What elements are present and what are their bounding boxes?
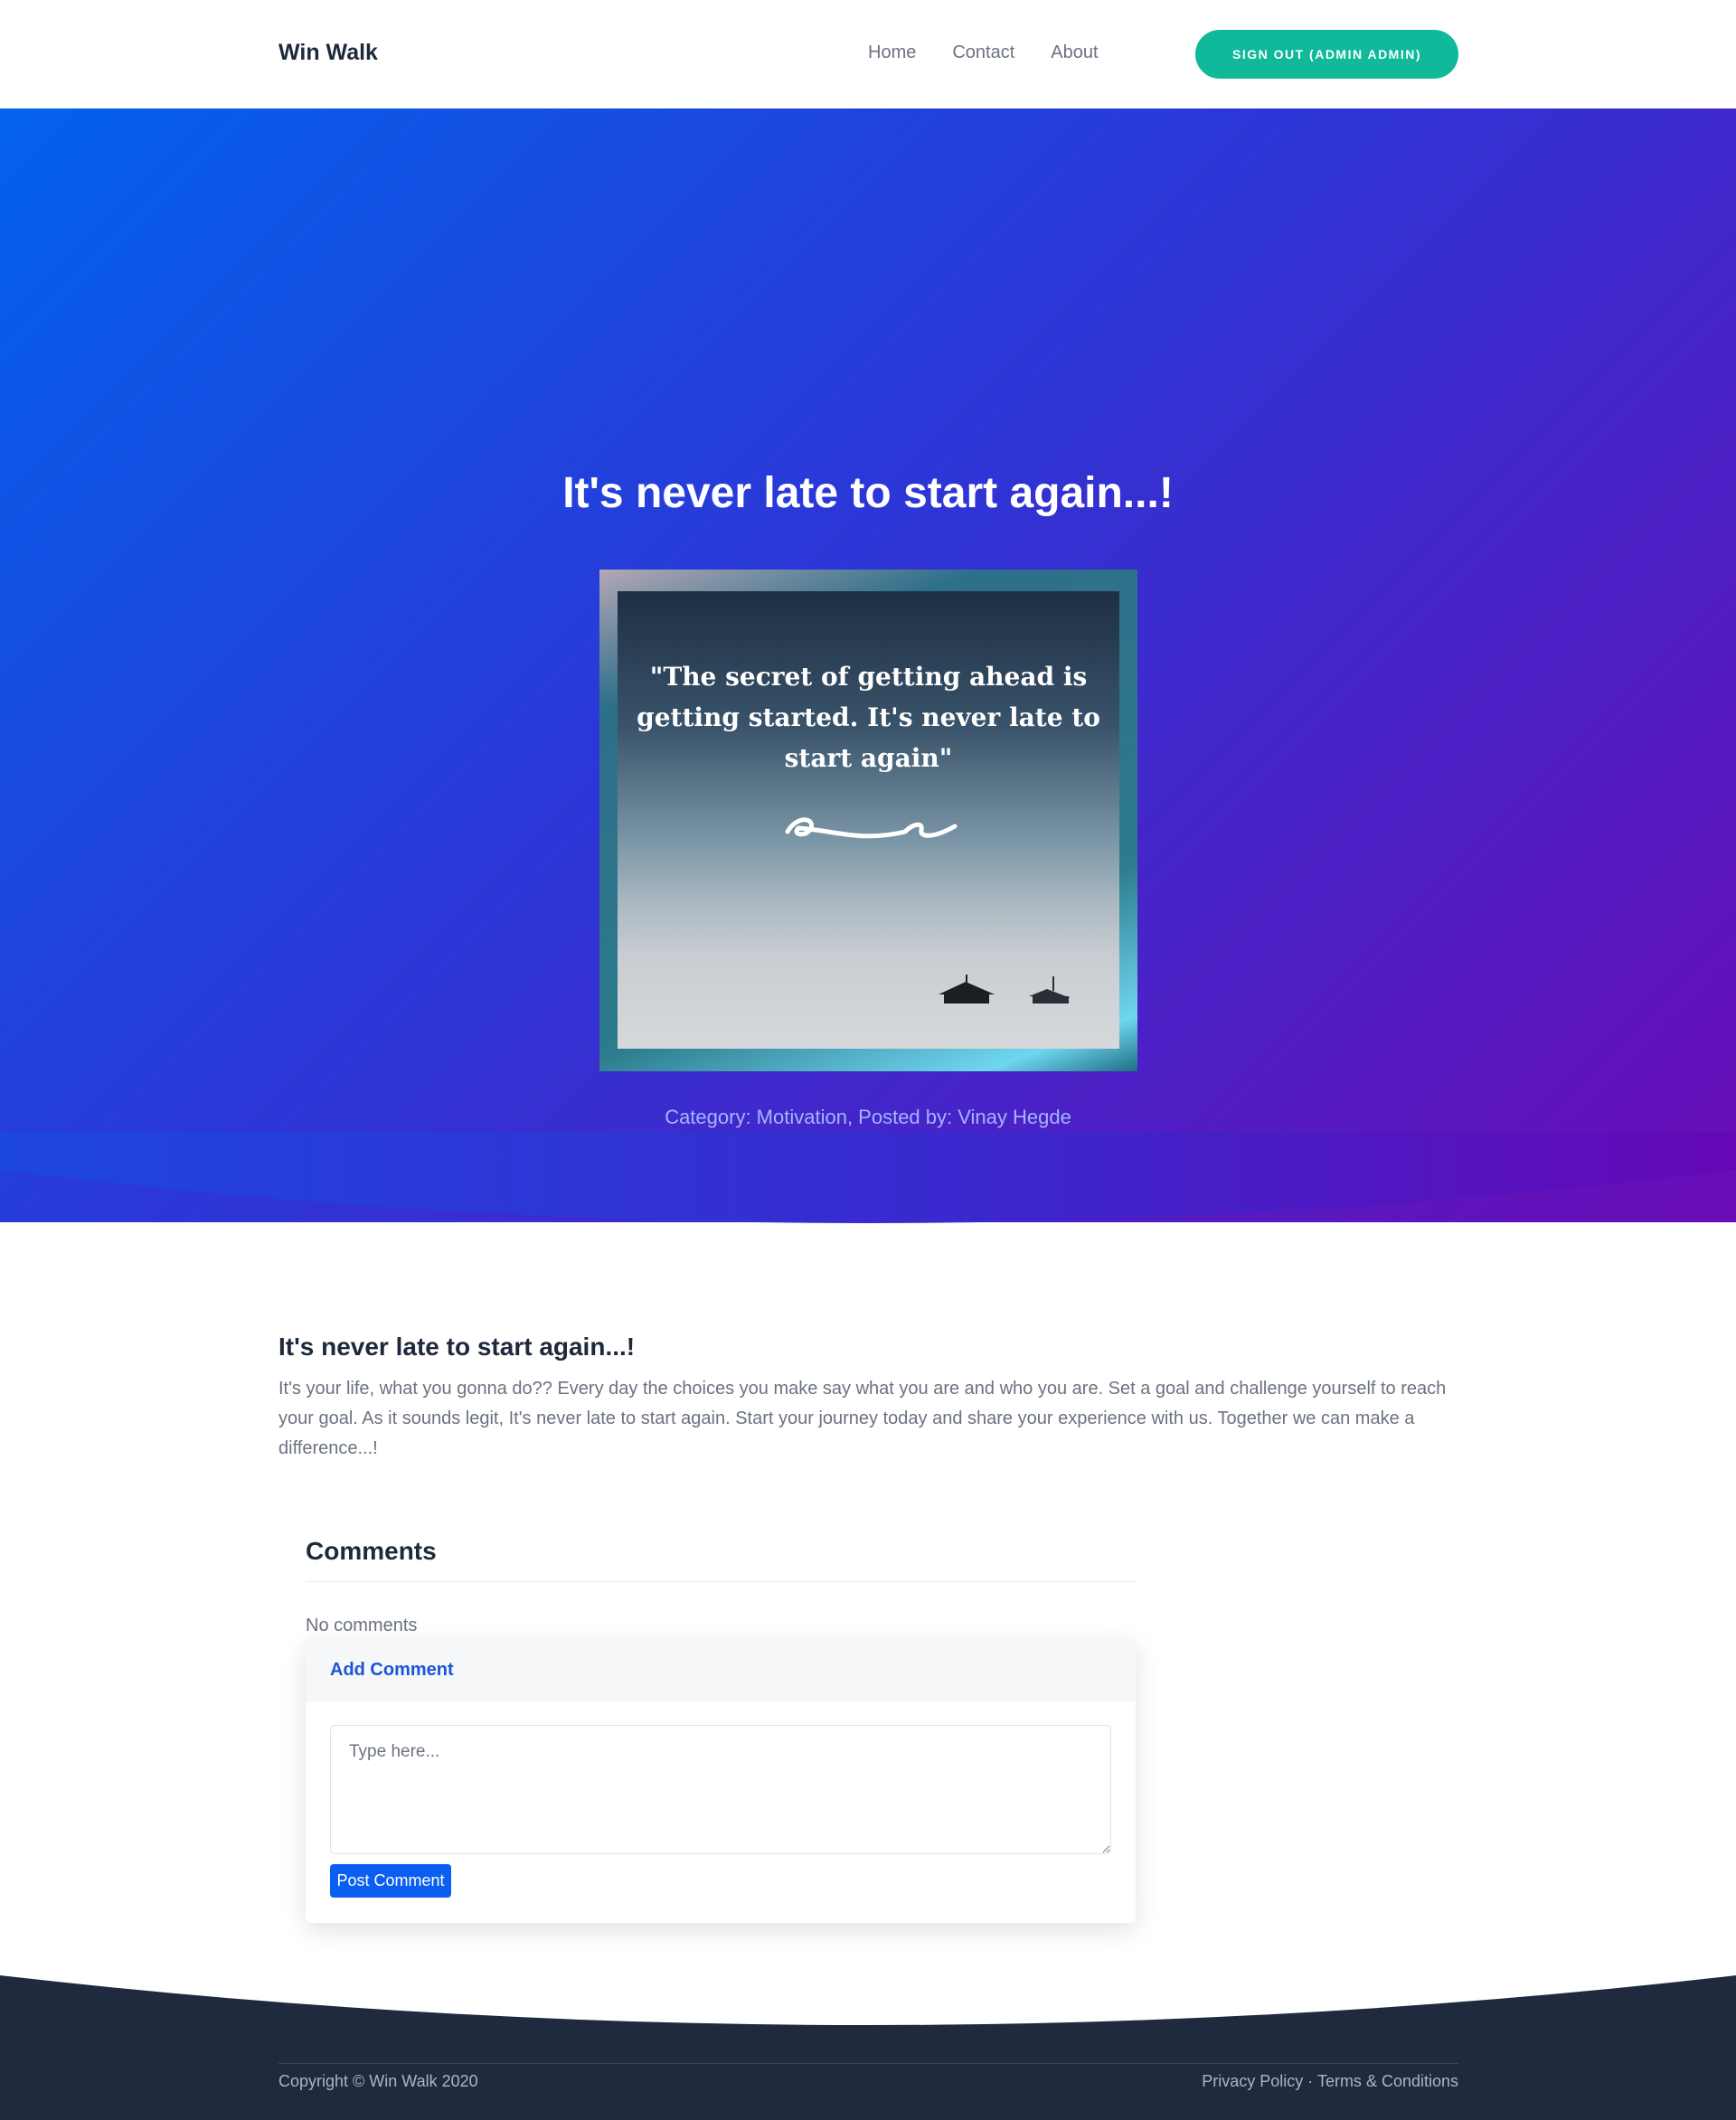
- post-comment-button[interactable]: Post Comment: [330, 1864, 451, 1898]
- post-meta: Category: Motivation, Posted by: Vinay H…: [665, 1106, 1071, 1128]
- nav-link-contact[interactable]: Contact: [952, 42, 1014, 63]
- nav-link-home[interactable]: Home: [868, 42, 916, 63]
- nav-link-about[interactable]: About: [1051, 42, 1098, 63]
- footer-links: Privacy Policy · Terms & Conditions: [1202, 2072, 1458, 2091]
- comment-textarea[interactable]: [330, 1725, 1111, 1854]
- add-comment-header: Add Comment: [306, 1638, 1136, 1701]
- post-image: "The secret of getting ahead is getting …: [599, 570, 1137, 1071]
- brand-logo[interactable]: Win Walk: [278, 40, 378, 66]
- add-comment-card: Add Comment Post Comment: [306, 1638, 1136, 1923]
- cabin-silhouette-icon: [939, 975, 1071, 1003]
- image-quote-text: "The secret of getting ahead is getting …: [637, 662, 1100, 773]
- footer-divider: [278, 2063, 1458, 2064]
- post-image-scene: "The secret of getting ahead is getting …: [618, 591, 1119, 1049]
- navbar: Win Walk Home Contact About Sign Out (Ad…: [0, 0, 1736, 108]
- nav-links: Home Contact About: [868, 42, 1099, 63]
- hero-title: It's never late to start again...!: [562, 469, 1174, 517]
- no-comments-text: No comments: [306, 1616, 418, 1635]
- comments-title: Comments: [306, 1537, 437, 1565]
- sign-out-button[interactable]: Sign Out (Admin Admin): [1195, 30, 1458, 79]
- footer-link-separator: ·: [1303, 2072, 1317, 2090]
- terms-conditions-link[interactable]: Terms & Conditions: [1317, 2072, 1458, 2090]
- footer-copyright: Copyright © Win Walk 2020: [278, 2072, 478, 2090]
- article-body: It's your life, what you gonna do?? Ever…: [278, 1379, 1447, 1458]
- hero-bottom-curve: [0, 1132, 1736, 1223]
- article-title: It's never late to start again...!: [278, 1333, 636, 1361]
- swirl-ornament-icon: [785, 817, 958, 839]
- comments-divider: [306, 1581, 1136, 1582]
- hero-section: It's never late to start again...! "The …: [0, 108, 1736, 1222]
- footer-background: [0, 1975, 1736, 2120]
- privacy-policy-link[interactable]: Privacy Policy: [1202, 2072, 1303, 2090]
